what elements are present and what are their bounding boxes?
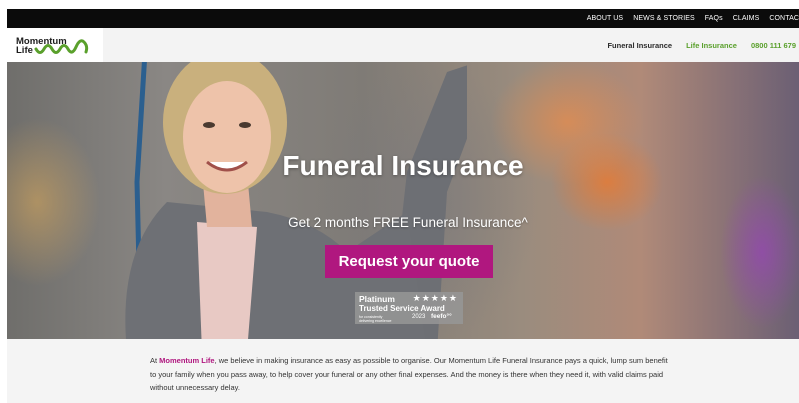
top-utility-bar: ABOUT US NEWS & STORIES FAQs CLAIMS CONT… xyxy=(7,9,799,28)
award-year: 2023 xyxy=(412,314,426,320)
nav-funeral-insurance[interactable]: Funeral Insurance xyxy=(607,41,672,50)
nav-life-insurance[interactable]: Life Insurance xyxy=(686,41,737,50)
request-quote-button[interactable]: Request your quote xyxy=(325,245,493,278)
nav-about-us[interactable]: ABOUT US xyxy=(587,15,623,22)
intro-paragraph: At Momentum Life, we believe in making i… xyxy=(150,354,670,395)
intro-section: At Momentum Life, we believe in making i… xyxy=(7,339,799,403)
site-header: Momentum Life Funeral Insurance Life Ins… xyxy=(7,28,799,62)
logo[interactable]: Momentum Life xyxy=(7,28,103,62)
intro-body-text: , we believe in making insurance as easy… xyxy=(150,356,668,392)
nav-news-stories[interactable]: NEWS & STORIES xyxy=(633,15,695,22)
award-platinum: Platinum xyxy=(359,294,395,304)
hero-banner: Funeral Insurance Get 2 months FREE Fune… xyxy=(7,62,799,339)
award-title: Trusted Service Award xyxy=(359,304,445,313)
nav-claims[interactable]: CLAIMS xyxy=(733,15,760,22)
intro-prefix: At xyxy=(150,356,160,365)
logo-wave-icon xyxy=(34,39,89,54)
nav-contact[interactable]: CONTAC xyxy=(769,15,799,22)
award-tagline: for consistently delivering excellence xyxy=(359,315,392,323)
feefo-award-badge[interactable]: Platinum ★★★★★ Trusted Service Award for… xyxy=(355,292,463,324)
nav-faqs[interactable]: FAQs xyxy=(705,15,723,22)
intro-brand-name: Momentum Life xyxy=(159,356,215,365)
utility-nav: ABOUT US NEWS & STORIES FAQs CLAIMS CONT… xyxy=(587,9,799,28)
main-nav: Funeral Insurance Life Insurance 0800 11… xyxy=(607,28,796,62)
award-stars-icon: ★★★★★ xyxy=(412,293,458,303)
hero-subtitle: Get 2 months FREE Funeral Insurance^ xyxy=(288,215,528,230)
feefo-logo: feefo°° xyxy=(431,313,452,320)
phone-number-link[interactable]: 0800 111 679 xyxy=(751,41,796,50)
hero-title: Funeral Insurance xyxy=(282,150,524,181)
